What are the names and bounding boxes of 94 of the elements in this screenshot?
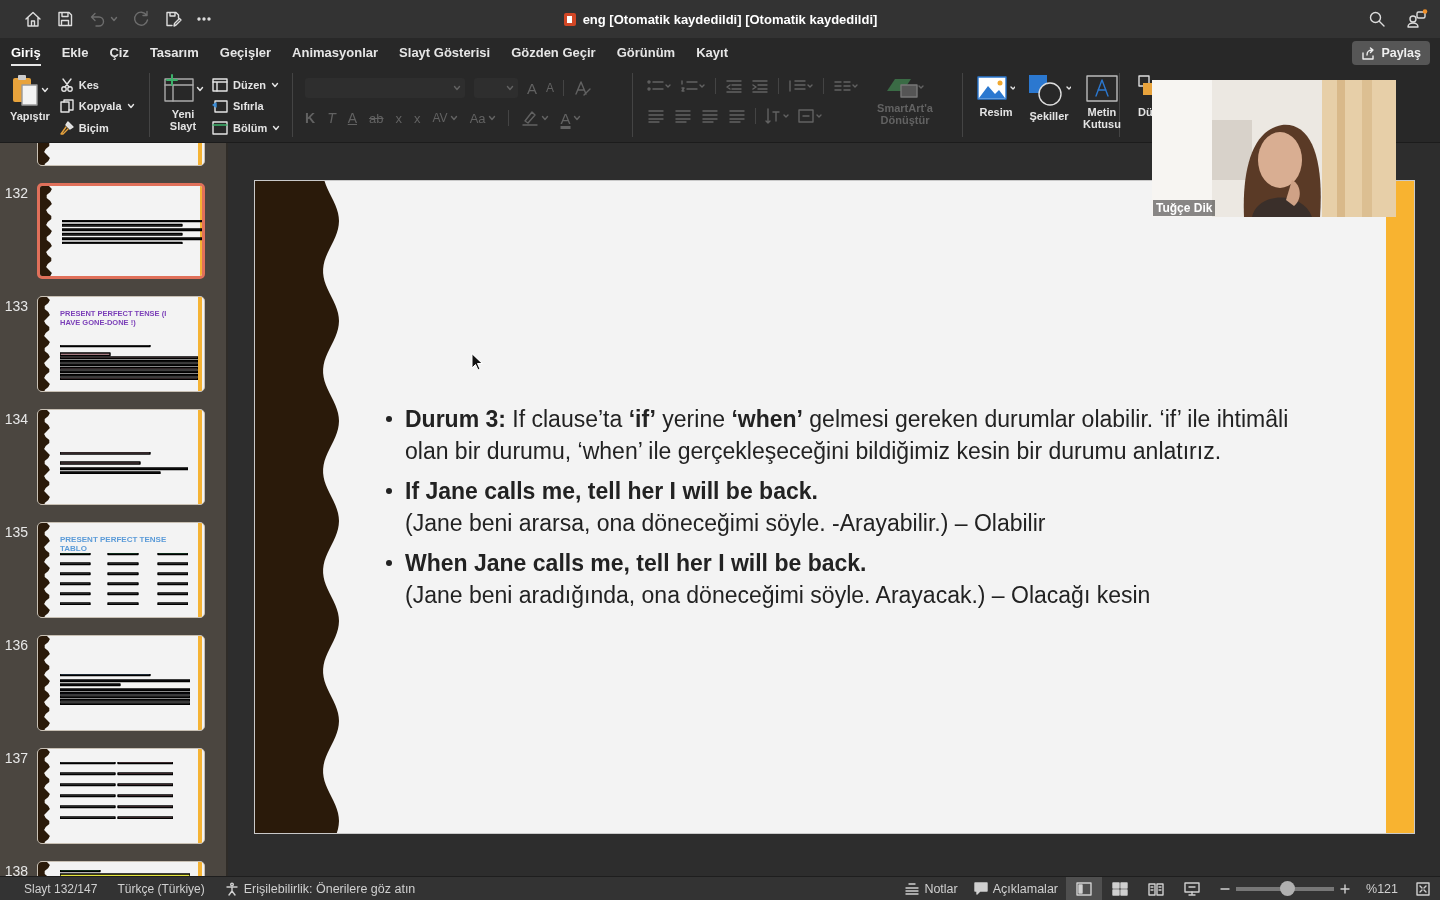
normal-view-icon (1076, 881, 1092, 896)
ribbon-tab[interactable]: Geçişler (219, 40, 272, 66)
zoom-in-icon[interactable] (1340, 883, 1350, 894)
new-slide-icon (162, 73, 195, 105)
comments-button[interactable]: Açıklamalar (965, 876, 1066, 900)
image-icon (977, 73, 1015, 103)
accessibility-button[interactable]: Erişilebilirlik: Önerilere göz atın (224, 876, 416, 900)
slide-number: 132 (3, 184, 28, 203)
collaboration-icon[interactable] (1406, 9, 1428, 29)
accessibility-icon (224, 881, 239, 896)
bullet-icon (386, 416, 392, 422)
save-icon[interactable] (56, 10, 74, 28)
window-title: eng [Otomatik kaydedildi] [Otomatik kaydedildi] (582, 11, 878, 27)
text-box-button[interactable]: Metin Kutusu (1081, 73, 1123, 137)
slide-number: 137 (3, 749, 28, 768)
ribbon-tab[interactable]: Gözden Geçir (511, 40, 596, 66)
slide-sorter-icon (1112, 881, 1128, 896)
slider-thumb[interactable] (1279, 881, 1295, 896)
caret-icon (449, 115, 458, 121)
ribbon-tab[interactable]: Kayıt (696, 40, 728, 66)
view-button[interactable] (1066, 876, 1102, 900)
slide-number: 134 (3, 410, 28, 429)
participant-name: Tuğçe Dik (1153, 200, 1216, 216)
share-button[interactable]: Paylaş (1352, 41, 1430, 65)
slide-thumbnail[interactable] (37, 183, 205, 279)
language-indicator: Türkçe (Türkiye) (117, 881, 205, 896)
highlighter-icon (520, 110, 539, 126)
ribbon-tab[interactable]: Tasarım (149, 40, 199, 66)
book-icon (1148, 881, 1164, 896)
slide-number: 133 (3, 297, 28, 316)
bullet-text: (Jane beni ararsa, ona döneceğimi söyle. -Arayabilir.) – Olabilir (405, 509, 1046, 538)
bullet-icon (386, 560, 392, 566)
clipboard-icon (10, 73, 41, 107)
format-painter-button[interactable]: Biçim (59, 118, 135, 137)
slide-counter: Slayt 132/147 (24, 881, 98, 896)
new-slide-button[interactable]: Yeni Slayt (162, 73, 204, 137)
slide-number: 138 (3, 862, 28, 876)
reset-icon (212, 99, 228, 114)
bullet-text: When Jane calls me, tell her I will be back. (405, 549, 868, 578)
ribbon-tab[interactable]: Ekle (61, 40, 89, 66)
paste-button[interactable]: Yapıştır (8, 73, 52, 137)
slide-number: 135 (3, 523, 28, 542)
bullet-icon (386, 488, 392, 494)
slide-thumbnail[interactable] (37, 409, 205, 505)
cut-button[interactable]: Kes (59, 76, 135, 95)
search-icon[interactable] (1368, 10, 1386, 28)
reset-button[interactable]: Sıfırla (212, 97, 281, 116)
arrange-button[interactable]: Dü (1136, 73, 1155, 137)
layout-icon (212, 78, 228, 93)
slide-number: 136 (3, 636, 28, 655)
caret-icon (126, 103, 135, 110)
caret-icon (487, 115, 496, 121)
layout-button[interactable]: Düzen (212, 76, 281, 95)
caret-icon (110, 16, 118, 22)
slide-thumbnail[interactable] (37, 635, 205, 731)
notes-icon (905, 882, 920, 895)
bullet-text: Durum 3: If clause’ta ‘if’ yerine ‘when’ gelmesi gereken durumlar olabilir. ‘if’ ile ihtimâli olan bir durumu, ‘when’ ile gerçekleşeceğini bildiğimiz kesin bir durumu anlatırız. (405, 405, 1290, 466)
section-icon (212, 120, 228, 135)
caret-icon (572, 115, 581, 121)
caret-icon (271, 82, 279, 89)
cursor-icon (471, 353, 483, 371)
caret-icon (506, 85, 514, 91)
presentation-icon (1184, 881, 1200, 896)
fit-slide-icon[interactable] (1416, 881, 1430, 896)
copy-button[interactable]: Kopyala (59, 97, 135, 116)
bullet-text: (Jane beni aradığında, ona döneceğimi söyle. Arayacak.) – Olacağı kesin (405, 581, 1151, 610)
slide-thumbnail[interactable] (37, 748, 205, 844)
share-icon (1361, 46, 1376, 60)
picture-button[interactable]: Resim (975, 73, 1017, 137)
notes-button[interactable]: Notlar (897, 876, 966, 900)
thumbnail-title: PRESENT PERFECT TENSE TABLO (60, 535, 168, 553)
shapes-button[interactable]: Şekiller (1025, 73, 1073, 137)
comment-icon (973, 882, 988, 895)
zoom-level[interactable]: %121 (1366, 881, 1398, 896)
caret-icon (272, 124, 281, 131)
home-icon[interactable] (24, 10, 42, 28)
brush-icon (59, 120, 74, 135)
copy-icon (59, 99, 74, 114)
caret-icon (41, 87, 50, 93)
ribbon-tab[interactable]: Çiz (109, 40, 129, 66)
save-edit-icon[interactable] (164, 10, 182, 28)
caret-icon (540, 115, 549, 121)
ribbon-tab[interactable]: Animasyonlar (292, 40, 379, 66)
shapes-icon (1027, 73, 1071, 107)
caret-icon (195, 86, 204, 92)
ribbon-tab[interactable]: Slayt Gösterisi (399, 40, 491, 66)
caret-icon (453, 85, 461, 91)
text-box-icon (1084, 73, 1119, 103)
scissors-icon (59, 78, 74, 93)
ribbon-tab[interactable]: Görünüm (616, 40, 676, 66)
ribbon-tab[interactable]: Giriş (11, 40, 41, 66)
section-button[interactable]: Bölüm (212, 118, 281, 137)
document-icon (562, 11, 577, 27)
bullet-text: If Jane calls me, tell her I will be back. (405, 477, 819, 506)
